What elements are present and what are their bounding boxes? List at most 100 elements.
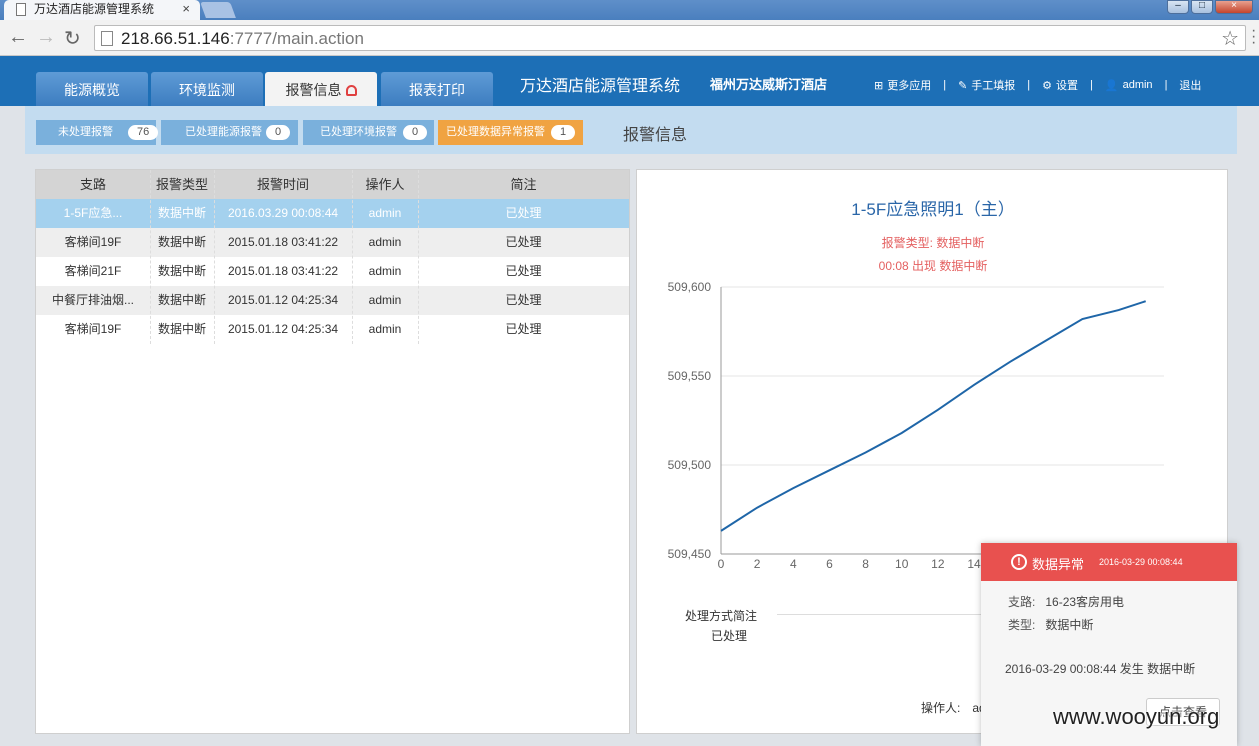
browser-tab[interactable]: 万达酒店能源管理系统 × (4, 0, 200, 20)
filter-label: 已处理数据异常报警 (446, 126, 545, 138)
filter-energy-processed[interactable]: 已处理能源报警 0 (161, 120, 298, 145)
cell-time: 2015.01.12 04:25:34 (227, 293, 339, 307)
back-icon[interactable]: ← (8, 26, 28, 49)
more-apps-link[interactable]: ⊞ 更多应用 (874, 77, 931, 93)
filter-unprocessed[interactable]: 未处理报警 76 (36, 120, 159, 145)
gear-icon: ⚙ (1042, 79, 1053, 92)
manual-entry-link[interactable]: ✎ 手工填报 (958, 77, 1015, 93)
note-label: 处理方式简注 (685, 609, 758, 623)
toast-branch: 支路: 16-23客房用电 (1008, 593, 1124, 610)
filter-environment-processed[interactable]: 已处理环境报警 0 (303, 120, 434, 145)
edit-icon: ✎ (958, 79, 968, 92)
branch-value: 16-23客房用电 (1045, 595, 1125, 609)
column-divider (214, 170, 215, 344)
toast-time: 2016-03-29 00:08:44 (1099, 557, 1183, 567)
x-tick-label: 10 (895, 557, 909, 571)
cell-type: 数据中断 (157, 293, 206, 307)
page-info-icon (101, 31, 113, 46)
reload-icon[interactable]: ↻ (64, 26, 81, 51)
y-tick-label: 509,450 (668, 547, 712, 561)
app-title: 万达酒店能源管理系统 (520, 78, 681, 95)
filter-data-anomaly-processed[interactable]: 已处理数据异常报警 1 (438, 120, 583, 145)
user-icon: 👤 (1104, 79, 1119, 92)
bookmark-star-icon[interactable]: ☆ (1221, 26, 1239, 51)
url-host: 218.66.51.146 (121, 29, 230, 48)
link-label: 更多应用 (887, 80, 932, 92)
cell-branch: 客梯间19F (64, 235, 122, 249)
tab-environment[interactable]: 环境监测 (151, 72, 263, 106)
filter-label: 已处理能源报警 (185, 126, 262, 138)
alarm-filter-bar: 未处理报警 76 已处理能源报警 0 已处理环境报警 0 已处理数据异常报警 1… (25, 106, 1237, 154)
minimize-icon[interactable]: – (1167, 0, 1189, 14)
cell-branch: 客梯间21F (64, 264, 122, 278)
cell-type: 数据中断 (157, 322, 206, 336)
filter-label: 已处理环境报警 (320, 126, 397, 138)
filter-label: 未处理报警 (58, 126, 113, 138)
toast-header: ! 数据异常 2016-03-29 00:08:44 (981, 543, 1237, 581)
divider: | (943, 79, 947, 91)
cell-operator: admin (368, 264, 402, 278)
logout-link[interactable]: 退出 (1179, 77, 1201, 93)
address-bar: ← → ↻ 218.66.51.146:7777/main.action ☆ ·… (0, 20, 1259, 56)
cell-branch: 中餐厅排油烟... (51, 293, 134, 307)
browser-tabstrip: 万达酒店能源管理系统 × – □ × (0, 0, 1259, 20)
operator-text: 操作人: ad (921, 701, 986, 715)
tab-label: 环境监测 (179, 82, 235, 98)
new-tab-button[interactable] (200, 2, 236, 18)
toast-title: 数据异常 (1032, 557, 1085, 572)
cell-note: 已处理 (505, 206, 542, 220)
x-tick-label: 4 (790, 557, 797, 571)
cell-time: 2015.01.18 03:41:22 (227, 235, 339, 249)
table-row[interactable]: 中餐厅排油烟... 数据中断 2015.01.12 04:25:34 admin… (36, 286, 629, 315)
cell-operator: admin (368, 322, 402, 336)
column-header[interactable]: 报警时间 (214, 170, 352, 199)
type-label: 类型: (1008, 618, 1036, 632)
tab-report-print[interactable]: 报表打印 (381, 72, 493, 106)
cell-time: 2015.01.18 03:41:22 (227, 264, 339, 278)
toast-type: 类型: 数据中断 (1008, 616, 1093, 633)
branch-label: 支路: (1008, 595, 1036, 609)
link-label: 退出 (1179, 80, 1202, 92)
tab-alarms[interactable]: 报警信息 (265, 72, 377, 106)
tab-energy-overview[interactable]: 能源概览 (36, 72, 148, 106)
filter-count-badge: 0 (403, 125, 428, 140)
filter-count-badge: 1 (551, 125, 576, 140)
table-header: 支路 报警类型 报警时间 操作人 简注 (36, 170, 629, 199)
window-controls: – □ × (1165, 0, 1253, 14)
cell-time: 2016.03.29 00:08:44 (227, 206, 339, 220)
cell-note: 已处理 (505, 264, 542, 278)
maximize-icon[interactable]: □ (1191, 0, 1213, 14)
user-link[interactable]: 👤 admin (1105, 79, 1153, 92)
x-tick-label: 0 (718, 557, 725, 571)
cell-operator: admin (368, 235, 402, 249)
y-tick-label: 509,500 (668, 458, 712, 472)
tab-label: 报表打印 (409, 82, 465, 98)
y-tick-label: 509,550 (668, 369, 712, 383)
table-row[interactable]: 1-5F应急... 数据中断 2016.03.29 00:08:44 admin… (36, 199, 629, 228)
browser-menu-icon[interactable]: · · · (1251, 23, 1256, 51)
table-row[interactable]: 客梯间19F 数据中断 2015.01.12 04:25:34 admin 已处… (36, 315, 629, 344)
column-divider (418, 170, 419, 344)
filter-count-badge: 76 (128, 125, 159, 140)
filter-count-badge: 0 (266, 125, 291, 140)
cell-note: 已处理 (505, 293, 542, 307)
table-row[interactable]: 客梯间19F 数据中断 2015.01.18 03:41:22 admin 已处… (36, 228, 629, 257)
x-tick-label: 12 (931, 557, 945, 571)
column-header[interactable]: 操作人 (352, 170, 418, 199)
grid-icon: ⊞ (874, 79, 884, 92)
column-header[interactable]: 简注 (418, 170, 629, 199)
cell-type: 数据中断 (157, 264, 206, 278)
url-input[interactable]: 218.66.51.146:7777/main.action ☆ (94, 25, 1246, 51)
column-header[interactable]: 支路 (36, 170, 150, 199)
close-tab-icon[interactable]: × (182, 0, 190, 18)
settings-link[interactable]: ⚙ 设置 (1042, 77, 1078, 93)
divider (777, 614, 997, 615)
close-window-icon[interactable]: × (1215, 0, 1253, 14)
browser-tab-title: 万达酒店能源管理系统 (34, 2, 155, 16)
column-header[interactable]: 报警类型 (150, 170, 214, 199)
bell-icon (345, 85, 357, 96)
series-line (720, 300, 1147, 532)
table-row[interactable]: 客梯间21F 数据中断 2015.01.18 03:41:22 admin 已处… (36, 257, 629, 286)
x-tick-label: 8 (862, 557, 869, 571)
forward-icon[interactable]: → (36, 26, 56, 49)
